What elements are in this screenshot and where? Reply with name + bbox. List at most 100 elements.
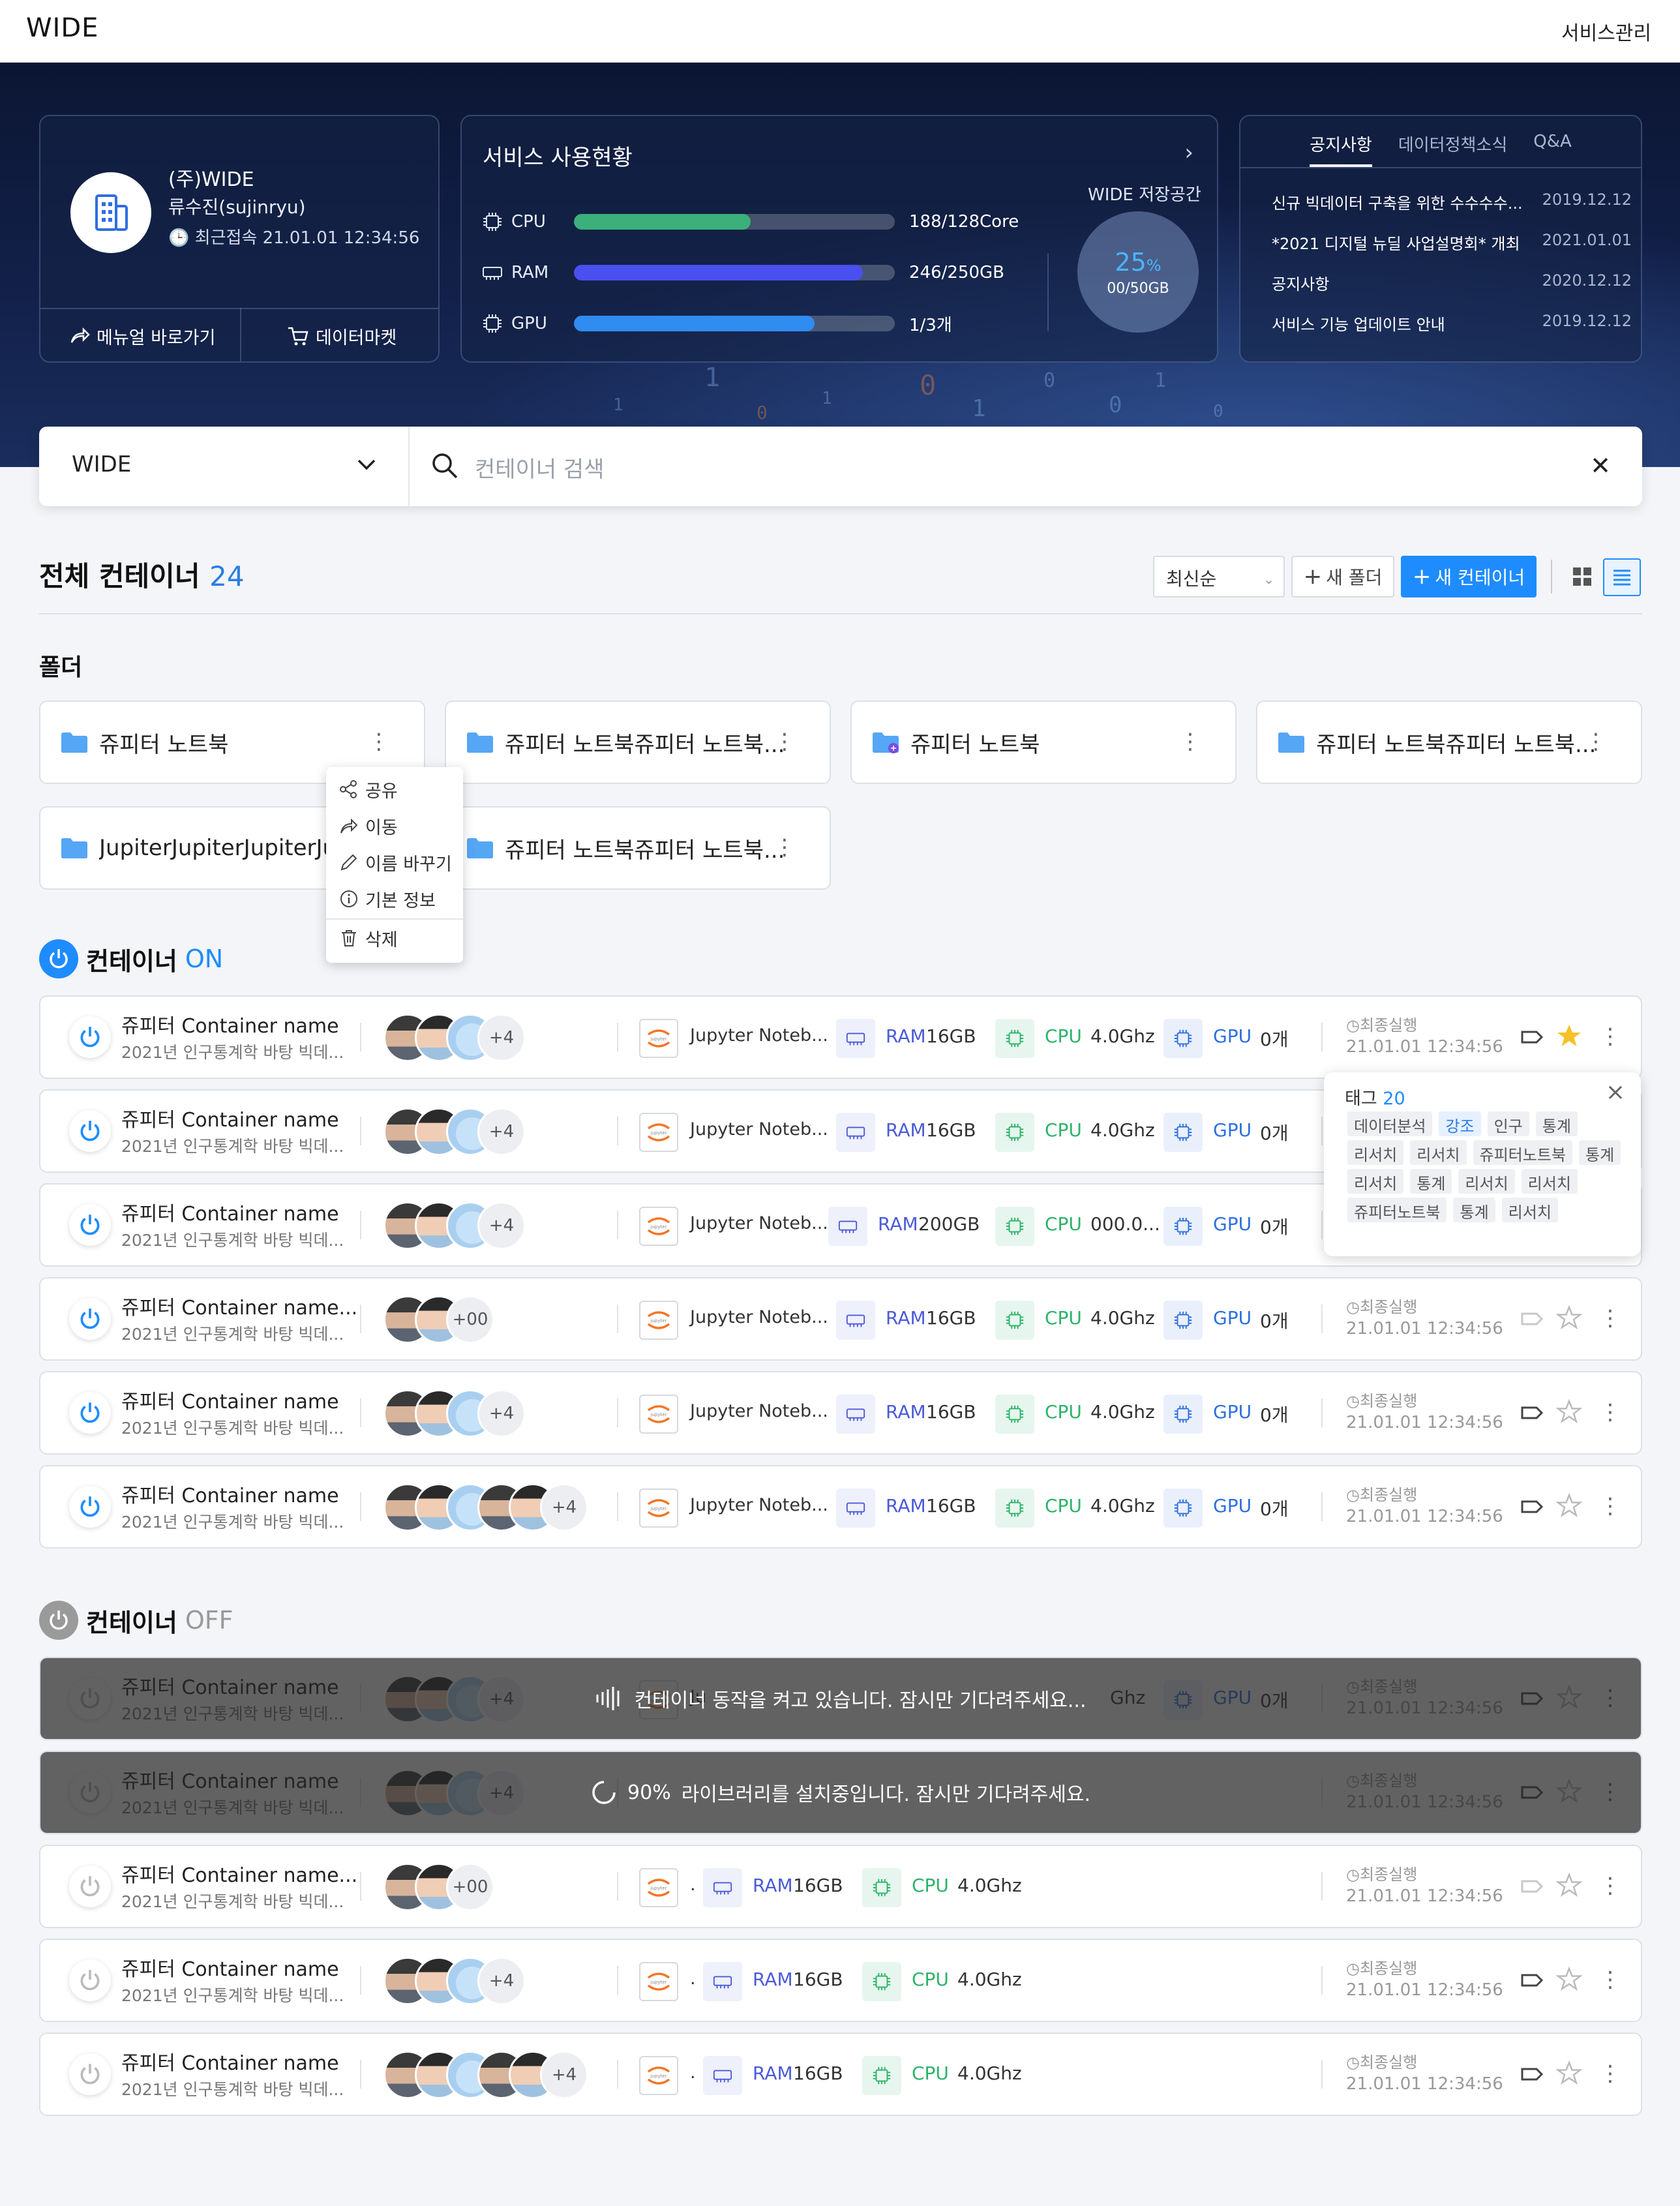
more-vertical-icon[interactable]: ⋮ <box>773 836 796 858</box>
notice-item[interactable]: 서비스 기능 업데이트 안내 2019.12.12 <box>1272 312 1632 338</box>
star-icon[interactable] <box>1555 1872 1583 1901</box>
folder-item[interactable]: 쥬피터 노트북쥬피터 노트북... ⋮ <box>445 806 831 890</box>
more-vertical-icon[interactable]: ⋮ <box>368 731 390 753</box>
power-toggle-button[interactable] <box>69 1204 111 1246</box>
star-icon[interactable] <box>1555 1966 1583 1995</box>
chevron-down-icon[interactable] <box>355 453 378 476</box>
more-vertical-icon[interactable]: ⋮ <box>1599 1875 1621 1897</box>
tag-chip[interactable]: 리서치 <box>1521 1169 1578 1194</box>
tag-chip[interactable]: 통계 <box>1453 1198 1495 1222</box>
star-icon[interactable] <box>1556 1023 1582 1051</box>
star-icon[interactable] <box>1555 1305 1583 1333</box>
tag-icon[interactable] <box>1518 1494 1544 1522</box>
container-row[interactable]: 쥬피터 Container name2021년 인구통계학 바탕 빅데...+4… <box>39 1465 1642 1549</box>
menu-item-info[interactable]: 기본 정보 <box>339 884 436 913</box>
tag-icon[interactable] <box>1518 2061 1544 2090</box>
tab-data-policy[interactable]: 데이터정책소식 <box>1398 129 1507 167</box>
org-select[interactable]: WIDE <box>72 451 131 477</box>
tag-icon[interactable] <box>1518 1400 1544 1428</box>
manual-button[interactable]: 메뉴얼 바로가기 <box>69 320 215 352</box>
menu-item-share[interactable]: 공유 <box>339 775 398 804</box>
grid-view-button[interactable] <box>1564 558 1600 595</box>
tag-chip[interactable]: 강조 <box>1439 1111 1481 1136</box>
tag-icon[interactable] <box>1518 1967 1544 1996</box>
power-toggle-button[interactable] <box>69 1486 111 1528</box>
notice-item[interactable]: *2021 디지털 뉴딜 사업설명회* 개최 2021.01.01 <box>1272 231 1632 257</box>
folder-item[interactable]: 쥬피터 노트북쥬피터 노트북... ⋮ <box>1256 701 1642 784</box>
more-vertical-icon[interactable]: ⋮ <box>773 731 796 753</box>
menu-item-rename[interactable]: 이름 바꾸기 <box>339 848 452 877</box>
tag-chip[interactable]: 통계 <box>1410 1169 1452 1194</box>
power-toggle-button[interactable] <box>69 1110 111 1152</box>
star-icon[interactable] <box>1555 2060 1583 2089</box>
more-vertical-icon[interactable]: ⋮ <box>1599 1969 1621 1991</box>
member-avatars[interactable]: +4 <box>383 1957 526 2006</box>
power-toggle-button[interactable] <box>69 1016 111 1058</box>
container-row[interactable]: 쥬피터 Container name2021년 인구통계학 바탕 빅데...+4… <box>39 1939 1642 2022</box>
member-avatars[interactable]: +4 <box>383 2051 588 2100</box>
tag-chip[interactable]: 리서치 <box>1347 1169 1404 1194</box>
tag-chip[interactable]: 리서치 <box>1410 1140 1467 1165</box>
tag-icon[interactable] <box>1518 1306 1544 1335</box>
container-row[interactable]: 쥬피터 Container name2021년 인구통계학 바탕 빅데...+4… <box>39 1751 1642 1834</box>
more-vertical-icon[interactable]: ⋮ <box>1599 1025 1621 1048</box>
power-toggle-button[interactable] <box>69 1298 111 1340</box>
menu-item-delete[interactable]: 삭제 <box>339 924 398 952</box>
tag-chip[interactable]: 인구 <box>1487 1111 1529 1136</box>
member-avatars[interactable]: +4 <box>383 1108 526 1157</box>
tab-notice[interactable]: 공지사항 <box>1310 129 1372 167</box>
menu-item-move[interactable]: 이동 <box>339 811 398 840</box>
power-toggle-button[interactable] <box>69 1866 111 1907</box>
new-container-button[interactable]: + 새 컨테이너 <box>1401 556 1537 597</box>
notice-item[interactable]: 공지사항 2020.12.12 <box>1272 271 1632 297</box>
more-vertical-icon[interactable]: ⋮ <box>1599 1401 1621 1423</box>
more-vertical-icon[interactable]: ⋮ <box>1599 1495 1621 1517</box>
power-toggle-button[interactable] <box>69 1959 111 2001</box>
list-view-button[interactable] <box>1603 558 1641 596</box>
service-manage-link[interactable]: 서비스관리 <box>1561 17 1651 46</box>
tag-icon[interactable] <box>1518 1024 1544 1053</box>
member-avatars[interactable]: +4 <box>383 1483 588 1533</box>
tag-icon[interactable] <box>1518 1873 1544 1902</box>
close-icon[interactable]: × <box>1606 1079 1625 1106</box>
star-icon[interactable] <box>1555 1492 1583 1521</box>
more-vertical-icon[interactable]: ⋮ <box>1179 731 1201 753</box>
sort-select[interactable]: 최신순 ⌄ <box>1153 556 1285 597</box>
container-row[interactable]: 쥬피터 Container name2021년 인구통계학 바탕 빅데...+4… <box>39 995 1642 1079</box>
container-row[interactable]: 쥬피터 Container name... 2021년 인구통계학 바탕 빅데..… <box>39 1277 1642 1361</box>
notice-item[interactable]: 신규 빅데이터 구축을 위한 수수수수... 2019.12.12 <box>1272 190 1632 217</box>
tag-chip[interactable]: 리서치 <box>1501 1198 1558 1222</box>
more-vertical-icon[interactable]: ⋮ <box>1599 1307 1621 1329</box>
tab-qna[interactable]: Q&A <box>1533 129 1572 167</box>
member-avatars[interactable]: +4 <box>383 1389 526 1439</box>
container-row[interactable]: 쥬피터 Container name... 2021년 인구통계학 바탕 빅데..… <box>39 1845 1642 1928</box>
tag-chip[interactable]: 데이터분석 <box>1347 1111 1433 1136</box>
tag-chip[interactable]: 통계 <box>1578 1140 1621 1165</box>
tag-chip[interactable]: 통계 <box>1535 1111 1578 1136</box>
app-logo[interactable]: WIDE <box>26 13 98 43</box>
member-avatars[interactable]: +00 <box>383 1295 494 1345</box>
tag-chip[interactable]: 쥬피터노트북 <box>1473 1140 1572 1165</box>
power-toggle-button[interactable] <box>69 1392 111 1434</box>
container-row[interactable]: 쥬피터 Container name2021년 인구통계학 바탕 빅데...+4… <box>39 2032 1642 2116</box>
tag-chip[interactable]: 리서치 <box>1347 1140 1404 1165</box>
member-avatars[interactable]: +00 <box>383 1863 494 1912</box>
member-avatars[interactable]: +4 <box>383 1201 526 1251</box>
container-row[interactable]: 쥬피터 Container name2021년 인구통계학 바탕 빅데...+4… <box>39 1657 1642 1740</box>
member-avatars[interactable]: +4 <box>383 1014 526 1063</box>
folder-icon <box>61 733 87 753</box>
tag-chip[interactable]: 쥬피터노트북 <box>1347 1198 1447 1222</box>
new-folder-button[interactable]: + 새 폴더 <box>1291 556 1394 597</box>
more-vertical-icon[interactable]: ⋮ <box>1585 731 1607 753</box>
folder-item[interactable]: 쥬피터 노트북쥬피터 노트북... ⋮ <box>445 701 831 784</box>
close-icon[interactable]: ✕ <box>1590 451 1611 480</box>
power-toggle-button[interactable] <box>69 2053 111 2095</box>
star-icon[interactable] <box>1555 1398 1583 1427</box>
tag-chip[interactable]: 리서치 <box>1458 1169 1515 1194</box>
folder-item[interactable]: 쥬피터 노트북 ⋮ <box>850 701 1237 784</box>
container-row[interactable]: 쥬피터 Container name2021년 인구통계학 바탕 빅데...+4… <box>39 1371 1642 1455</box>
chevron-right-icon[interactable]: › <box>1184 140 1193 166</box>
more-vertical-icon[interactable]: ⋮ <box>1599 2062 1621 2085</box>
data-market-button[interactable]: 데이터마켓 <box>287 320 397 352</box>
search-input[interactable]: 컨테이너 검색 <box>475 451 605 483</box>
